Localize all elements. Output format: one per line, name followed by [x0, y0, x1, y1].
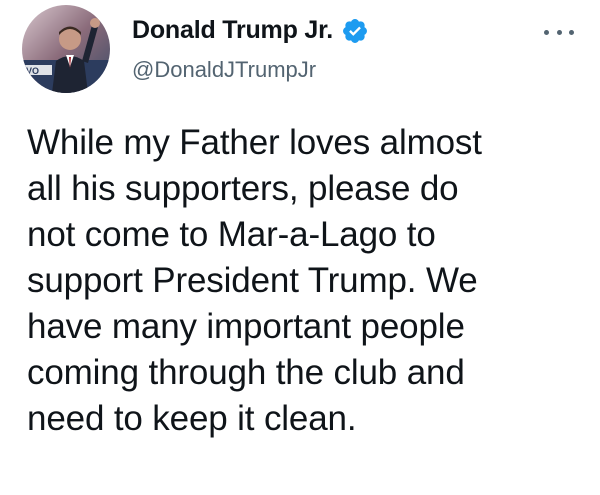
author-handle[interactable]: @DonaldJTrumpJr [132, 57, 316, 83]
more-options-icon[interactable] [544, 22, 574, 42]
svg-text:VO: VO [26, 66, 39, 76]
author-name-row: Donald Trump Jr. [132, 16, 369, 45]
profile-photo: VO [22, 5, 110, 93]
author-display-name[interactable]: Donald Trump Jr. [132, 16, 333, 45]
verified-badge-icon [341, 17, 369, 45]
avatar[interactable]: VO [22, 5, 110, 93]
tweet-card: VO Donald Trump Jr. @DonaldJTrumpJr Whil… [0, 0, 600, 495]
tweet-text: While my Father loves almost all his sup… [27, 123, 482, 438]
